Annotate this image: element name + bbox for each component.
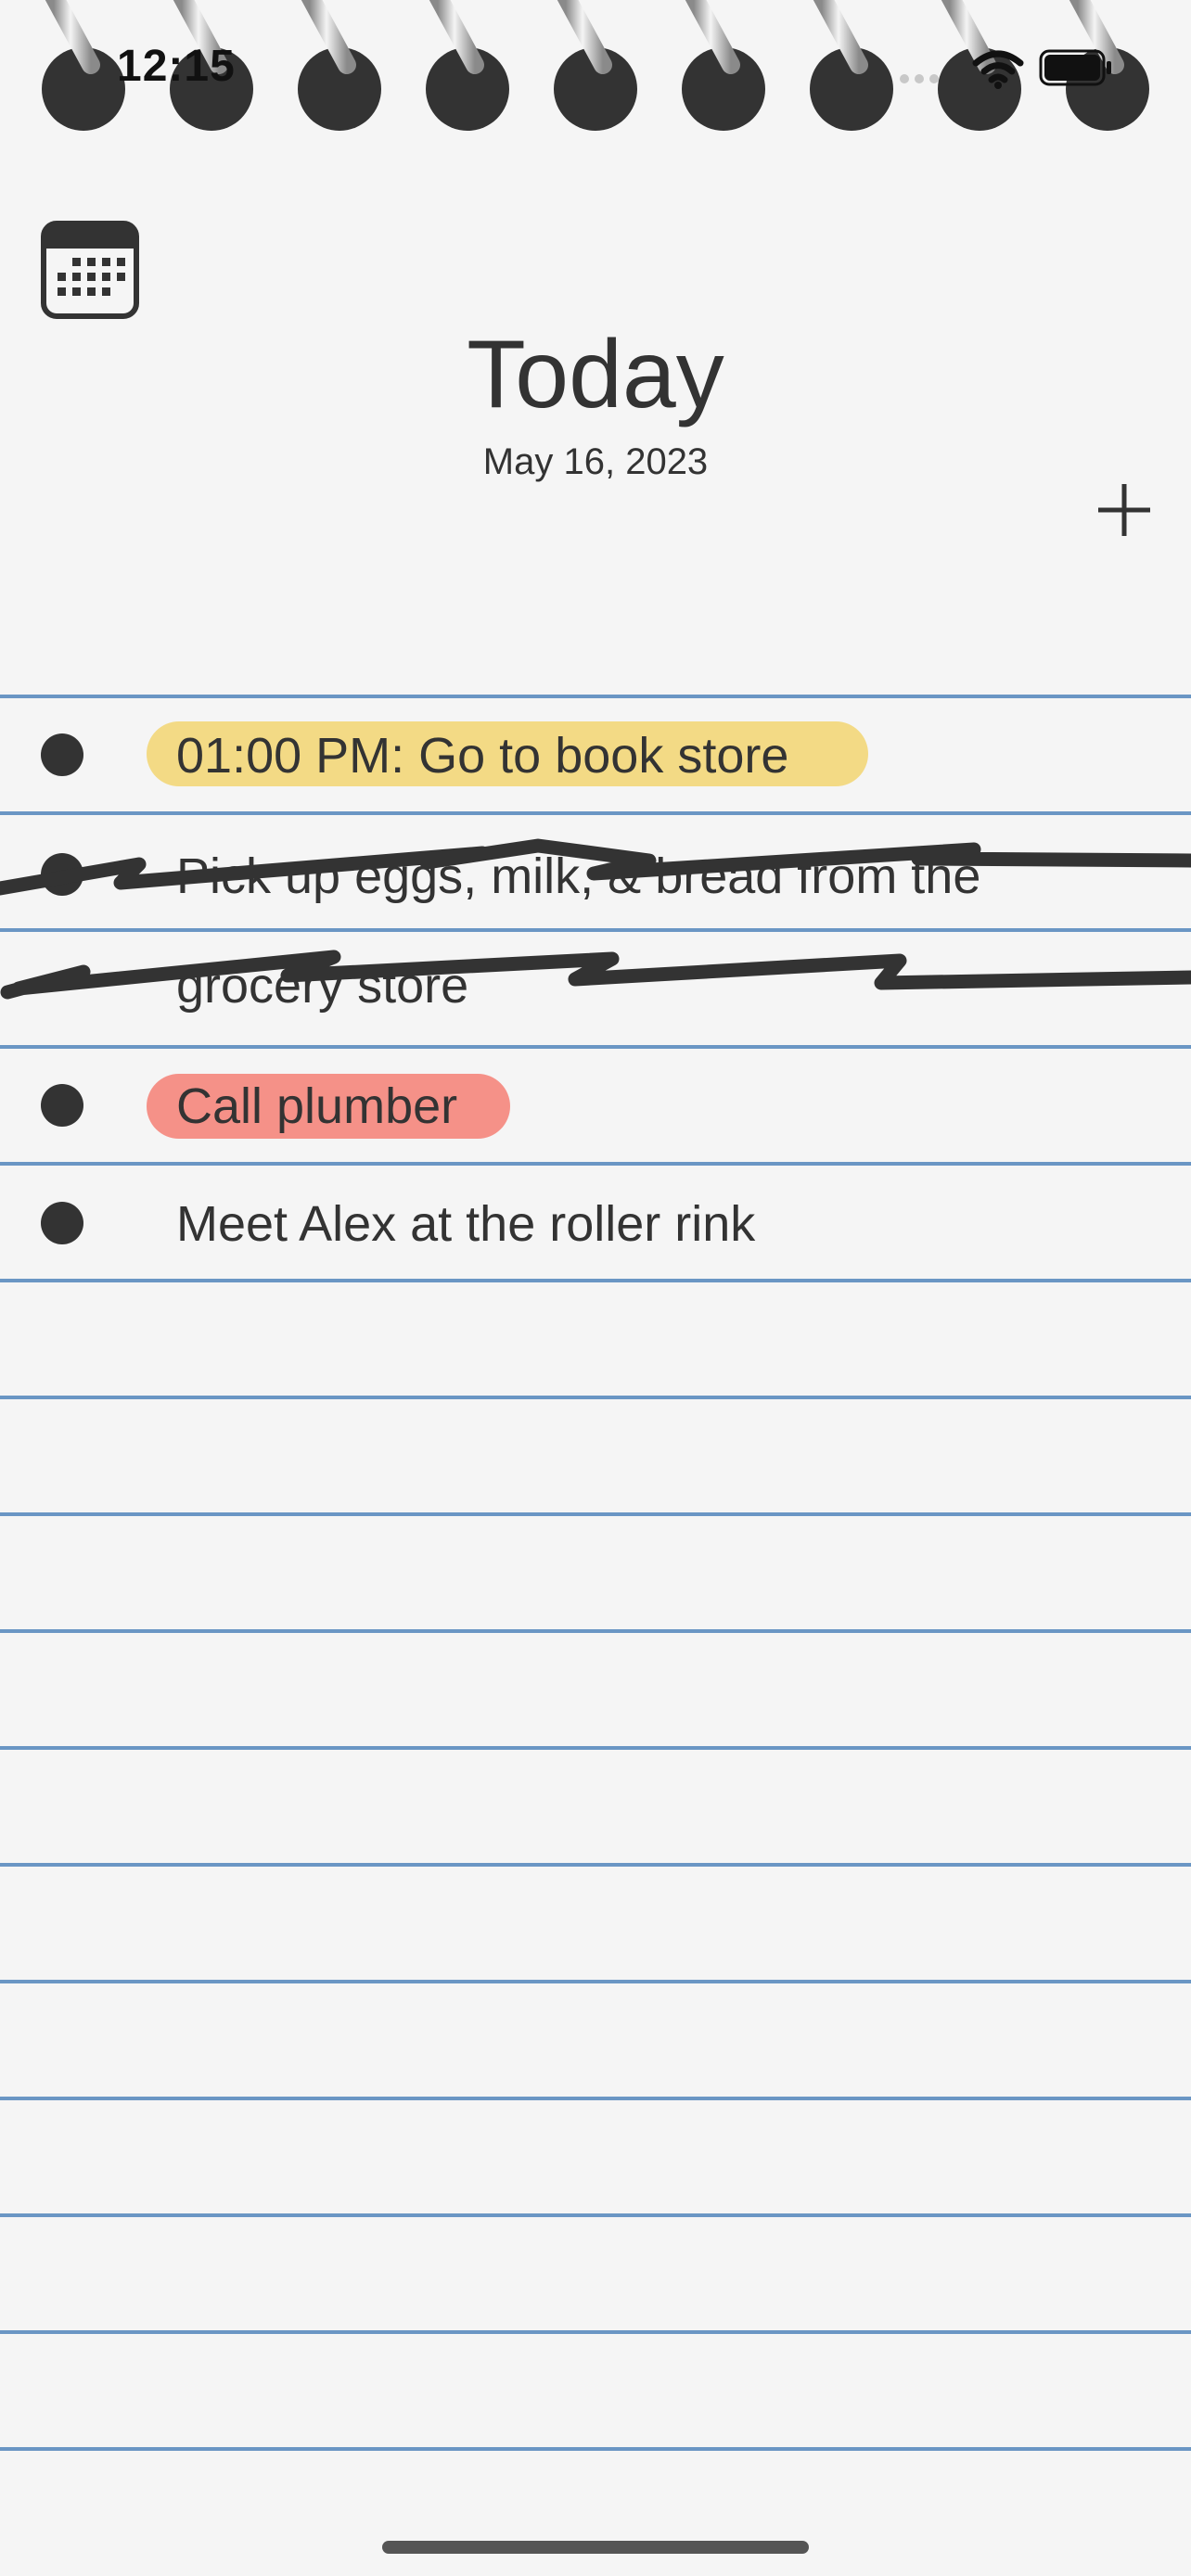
task-text: Meet Alex at the roller rink <box>176 1196 756 1252</box>
plus-icon[interactable] <box>1093 478 1156 542</box>
binding-ring <box>298 0 381 131</box>
page-title: Today <box>467 321 724 428</box>
binding-ring <box>426 0 509 131</box>
binding-ring <box>810 0 893 131</box>
calendar-icon[interactable] <box>41 221 139 319</box>
binding-ring <box>554 0 637 131</box>
status-time: 12:15 <box>117 42 236 91</box>
task-bullet[interactable] <box>41 1202 83 1244</box>
binding-ring <box>42 0 125 131</box>
task-text: Call plumber <box>176 1078 458 1134</box>
binding-ring <box>682 0 765 131</box>
task-text: 01:00 PM: Go to book store <box>176 728 789 784</box>
battery-icon <box>1039 49 1111 86</box>
page-date: May 16, 2023 <box>482 441 709 482</box>
task-bullet[interactable] <box>41 733 83 776</box>
strikethrough-scribble <box>0 838 1191 1000</box>
task-bullet[interactable] <box>41 1084 83 1127</box>
home-indicator[interactable] <box>382 2541 809 2554</box>
wifi-icon <box>972 50 1024 89</box>
